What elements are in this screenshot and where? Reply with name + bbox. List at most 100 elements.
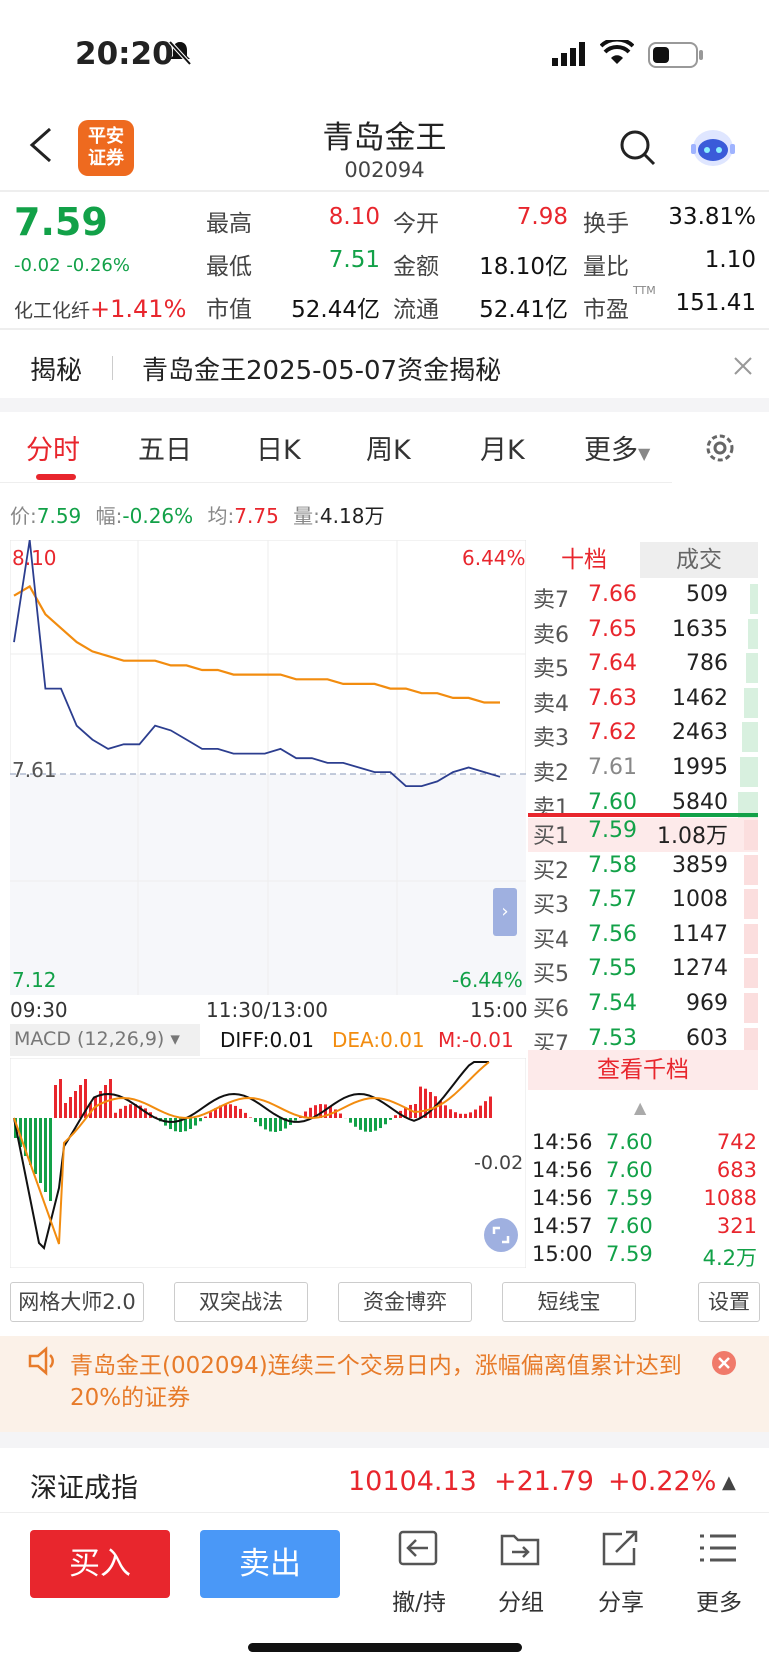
index-change: +21.79 xyxy=(494,1466,594,1497)
trade-volume: 1088 xyxy=(703,1186,757,1210)
orderbook-price: 7.61 xyxy=(588,755,637,780)
orderbook-volume-bar xyxy=(742,722,758,753)
search-button[interactable] xyxy=(618,128,658,172)
orderbook-price: 7.54 xyxy=(588,991,637,1016)
chart-top-pct: 6.44% xyxy=(462,546,526,570)
trade-time: 15:00 xyxy=(532,1242,593,1266)
chart-settings-button[interactable] xyxy=(702,430,738,470)
quote-value: 1.10 xyxy=(704,247,756,273)
bid-row[interactable]: 买3 7.57 1008 xyxy=(528,887,758,921)
sector-info[interactable]: 化工化纤+1.41% xyxy=(14,295,186,323)
macd-label[interactable]: MACD (12,26,9) ▾ xyxy=(10,1024,200,1056)
macd-bar xyxy=(239,1108,242,1118)
orderbook-level-label: 卖6 xyxy=(533,622,569,648)
macd-bar xyxy=(69,1097,72,1118)
section-gap xyxy=(0,1432,769,1448)
orderbook-tab-trades[interactable]: 成交 xyxy=(640,542,758,578)
orderbook-price: 7.57 xyxy=(588,887,637,913)
expand-orderbook-button[interactable]: › xyxy=(493,888,517,936)
macd-bar xyxy=(479,1105,482,1118)
tool-short-line[interactable]: 短线宝 xyxy=(502,1282,636,1322)
orderbook-volume: 603 xyxy=(686,1025,728,1051)
tab-intraday[interactable]: 分时 xyxy=(26,428,80,467)
tab-five-day[interactable]: 五日 xyxy=(138,428,192,467)
chart-info-line: 价:7.59 幅:-0.26% 均:7.75 量:4.18万 xyxy=(10,504,385,528)
bid-row[interactable]: 买6 7.54 969 xyxy=(528,991,758,1025)
macd-bar xyxy=(294,1118,297,1121)
reveal-separator xyxy=(112,356,113,380)
bid-row[interactable]: 买1 7.59 1.08万 xyxy=(528,818,758,852)
quote-value: 7.98 xyxy=(516,204,568,230)
trade-volume: 742 xyxy=(716,1130,757,1154)
macd-bar xyxy=(44,1118,47,1192)
tab-month-k[interactable]: 月K xyxy=(480,428,525,467)
close-reveal-button[interactable] xyxy=(734,357,752,379)
orderbook-volume: 1.08万 xyxy=(657,824,728,849)
macd-bar xyxy=(224,1104,227,1118)
orderbook-volume: 1995 xyxy=(672,755,728,780)
divider xyxy=(0,328,769,330)
macd-bar xyxy=(119,1108,122,1118)
macd-bar xyxy=(274,1118,277,1132)
caret-up-icon[interactable]: ▲ xyxy=(634,1098,646,1117)
share-label: 分享 xyxy=(598,1590,644,1616)
tool-settings[interactable]: 设置 xyxy=(698,1282,760,1322)
index-name[interactable]: 深证成指 xyxy=(30,1466,138,1505)
ask-row[interactable]: 卖7 7.66 509 xyxy=(528,582,758,616)
index-pct: +0.22% xyxy=(608,1466,717,1497)
index-expand-icon[interactable]: ▲ xyxy=(722,1472,736,1493)
bid-row[interactable]: 买4 7.56 1147 xyxy=(528,922,758,956)
orderbook-price: 7.53 xyxy=(588,1025,637,1051)
assistant-button[interactable] xyxy=(688,124,738,174)
orderbook-split-line-green xyxy=(680,813,758,817)
bid-row[interactable]: 买2 7.58 3859 xyxy=(528,853,758,887)
orderbook-volume-bar xyxy=(744,889,758,920)
trade-time: 14:56 xyxy=(532,1130,593,1154)
robot-icon xyxy=(691,130,735,166)
tab-day-k[interactable]: 日K xyxy=(256,428,301,467)
macd-axis-value: -0.02 xyxy=(474,1152,524,1174)
macd-bar xyxy=(449,1109,452,1118)
macd-bar xyxy=(209,1112,212,1118)
tool-grid-master[interactable]: 网格大师2.0 xyxy=(10,1282,144,1322)
speaker-icon xyxy=(28,1346,60,1380)
gear-icon xyxy=(706,434,734,462)
ask-row[interactable]: 卖2 7.61 1995 xyxy=(528,755,758,789)
macd-bar xyxy=(374,1118,377,1131)
fullscreen-button[interactable] xyxy=(484,1218,518,1252)
bid-row[interactable]: 买5 7.55 1274 xyxy=(528,956,758,990)
macd-bar xyxy=(74,1091,77,1118)
orderbook-level-label: 卖7 xyxy=(533,588,569,613)
macd-bar xyxy=(459,1113,462,1118)
quote-label: 今开 xyxy=(393,211,439,237)
tab-week-k[interactable]: 周K xyxy=(366,428,411,467)
orderbook-volume-bar xyxy=(748,618,758,649)
macd-m: M:-0.01 xyxy=(438,1028,514,1052)
tool-fund-game[interactable]: 资金博弈 xyxy=(338,1282,472,1322)
orderbook-tab-active[interactable]: 十档 xyxy=(528,542,640,578)
orderbook-volume: 969 xyxy=(686,991,728,1016)
macd-bar xyxy=(39,1118,42,1183)
buy-button[interactable]: 买入 xyxy=(30,1530,170,1598)
section-gap xyxy=(0,398,769,412)
view-depth-button[interactable]: 查看千档 xyxy=(528,1050,758,1090)
macd-bar xyxy=(359,1118,362,1130)
quote-value: 151.41 xyxy=(675,290,756,316)
tool-double-breakout[interactable]: 双突战法 xyxy=(174,1282,308,1322)
reveal-link[interactable]: 青岛金王2025-05-07资金揭秘 xyxy=(142,350,501,387)
macd-bar xyxy=(349,1118,352,1123)
macd-bar xyxy=(259,1118,262,1127)
intraday-chart[interactable] xyxy=(10,540,526,995)
macd-bar xyxy=(199,1118,202,1122)
orderbook-volume-bar xyxy=(740,757,758,787)
close-notice-button[interactable] xyxy=(712,1351,736,1375)
macd-bar xyxy=(484,1101,487,1118)
macd-bar xyxy=(59,1079,62,1118)
ask-row[interactable]: 卖6 7.65 1635 xyxy=(528,617,758,651)
ask-row[interactable]: 卖4 7.63 1462 xyxy=(528,686,758,720)
sell-button[interactable]: 卖出 xyxy=(200,1530,340,1598)
tab-more[interactable]: 更多▼ xyxy=(584,428,650,467)
ask-row[interactable]: 卖5 7.64 786 xyxy=(528,651,758,685)
trade-time: 14:56 xyxy=(532,1158,593,1182)
ask-row[interactable]: 卖3 7.62 2463 xyxy=(528,720,758,754)
